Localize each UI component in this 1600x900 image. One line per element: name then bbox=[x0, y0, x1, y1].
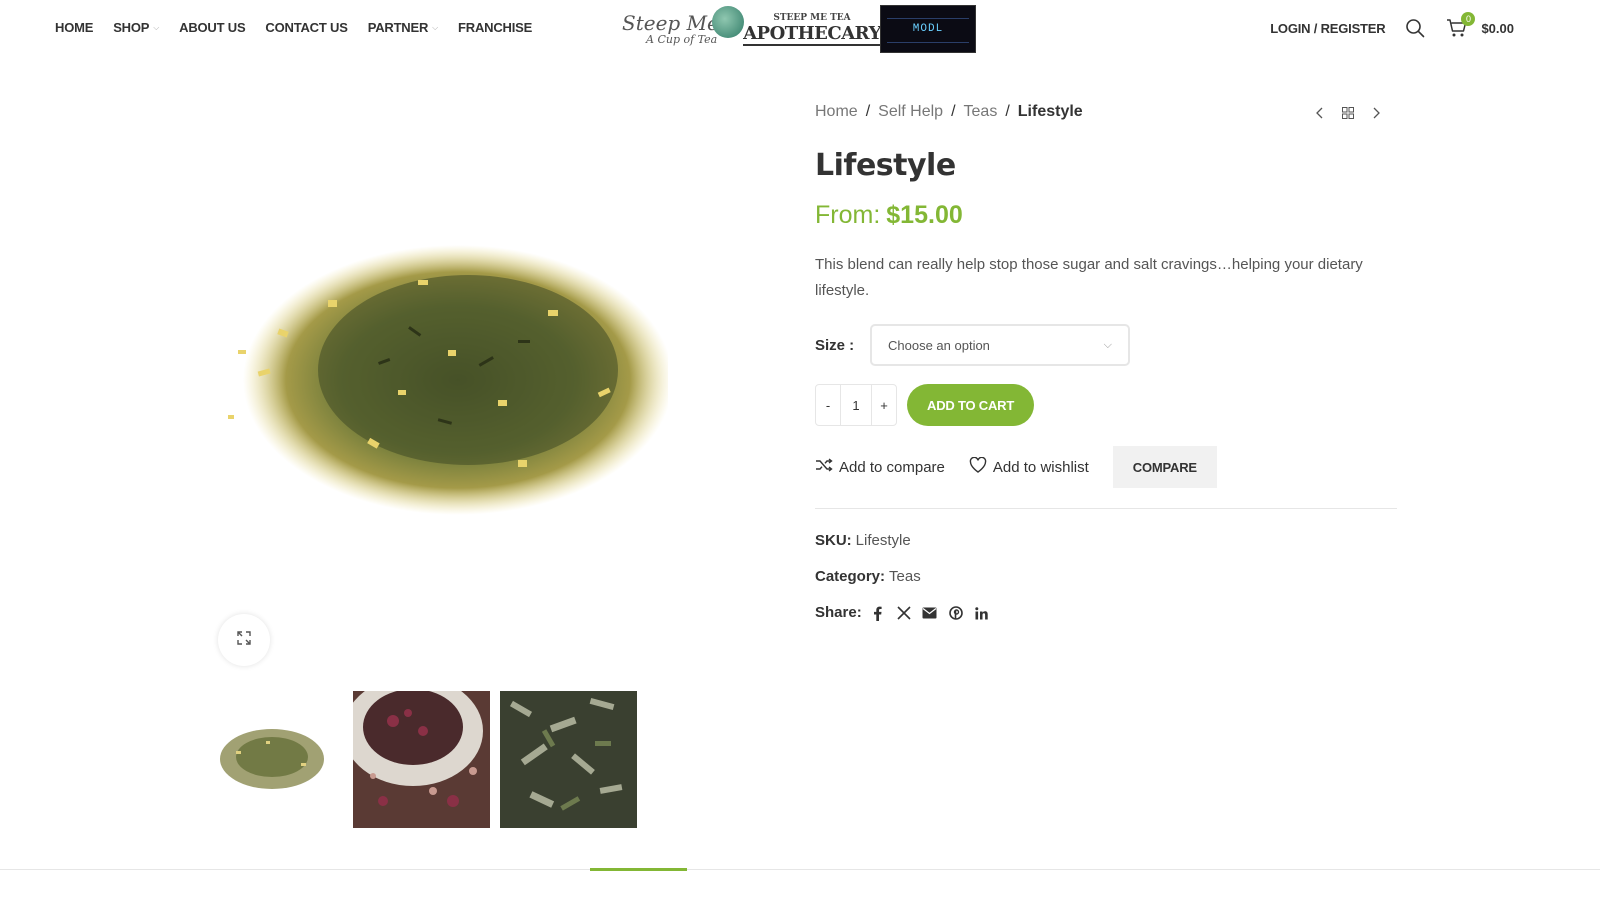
add-to-wishlist-link[interactable]: Add to wishlist bbox=[969, 456, 1089, 477]
price-amount: $15.00 bbox=[886, 201, 963, 229]
nav-item-franchise[interactable]: FRANCHISE bbox=[458, 20, 532, 35]
breadcrumb-home[interactable]: Home bbox=[815, 103, 858, 121]
share-row: Share: bbox=[815, 603, 1397, 623]
share-icons bbox=[870, 605, 990, 621]
x-icon[interactable] bbox=[896, 605, 912, 621]
share-label: Share: bbox=[815, 604, 862, 621]
chevron-left-icon[interactable] bbox=[1311, 104, 1329, 122]
category-label: Category: bbox=[815, 568, 886, 585]
product-navigation bbox=[1311, 104, 1385, 122]
email-icon[interactable] bbox=[922, 605, 938, 621]
main-nav: HOME SHOP ⌵ ABOUT US CONTACT US PARTNER ⌵ … bbox=[55, 20, 532, 35]
category-row: Category: Teas bbox=[815, 567, 1397, 587]
login-register-link[interactable]: LOGIN / REGISTER bbox=[1270, 21, 1385, 36]
add-to-cart-row: - 1 + ADD TO CART bbox=[815, 384, 1397, 426]
nav-label: HOME bbox=[55, 20, 94, 35]
header-actions: LOGIN / REGISTER 0 $0.00 bbox=[1270, 12, 1514, 40]
nav-item-partner[interactable]: PARTNER ⌵ bbox=[367, 20, 439, 35]
nav-item-contact-us[interactable]: CONTACT US bbox=[265, 20, 347, 35]
logo-group: Steep Me A Cup of Tea STEEP ME TEA APOTH… bbox=[622, 4, 976, 54]
nav-label: FRANCHISE bbox=[458, 20, 533, 35]
chevron-down-icon: ⌵ bbox=[432, 22, 439, 32]
quantity-increase-button[interactable]: + bbox=[872, 385, 896, 425]
tea-leaf-icon bbox=[712, 6, 744, 38]
linkedin-icon[interactable] bbox=[974, 605, 990, 621]
breadcrumb-separator: / bbox=[1005, 103, 1010, 120]
nav-label: SHOP bbox=[113, 20, 150, 35]
add-to-wishlist-label: Add to wishlist bbox=[992, 458, 1089, 476]
add-to-compare-link[interactable]: Add to compare bbox=[815, 457, 945, 477]
cart-count-badge: 0 bbox=[1461, 12, 1476, 26]
modl-logo[interactable]: MODL bbox=[880, 5, 976, 53]
thumbnail-1[interactable] bbox=[206, 691, 343, 828]
breadcrumb-teas[interactable]: Teas bbox=[964, 103, 998, 121]
steepme-logo[interactable]: Steep Me A Cup of Tea bbox=[622, 4, 744, 54]
chevron-down-icon: ⌵ bbox=[1103, 338, 1112, 351]
facebook-icon[interactable] bbox=[870, 605, 886, 621]
active-tab-indicator bbox=[590, 868, 687, 871]
add-to-cart-button[interactable]: ADD TO CART bbox=[907, 384, 1035, 426]
breadcrumb: Home / Self Help / Teas / Lifestyle bbox=[815, 100, 1397, 124]
compare-button[interactable]: COMPARE bbox=[1112, 446, 1217, 488]
expand-icon bbox=[236, 630, 252, 651]
product-summary: Home / Self Help / Teas / Lifestyle Life… bbox=[815, 100, 1397, 639]
apothecary-logo[interactable]: STEEP ME TEA APOTHECARY bbox=[743, 4, 881, 54]
chevron-down-icon: ⌵ bbox=[153, 22, 160, 32]
cart-icon[interactable]: 0 bbox=[1445, 12, 1476, 40]
grid-icon[interactable] bbox=[1339, 104, 1357, 122]
quantity-input[interactable]: 1 bbox=[840, 385, 872, 425]
cart-total[interactable]: $0.00 bbox=[1481, 21, 1514, 36]
quantity-stepper: - 1 + bbox=[815, 384, 897, 426]
size-select-value: Choose an option bbox=[888, 337, 990, 353]
add-to-compare-label: Add to compare bbox=[839, 458, 945, 476]
price-prefix: From: bbox=[815, 201, 881, 229]
enlarge-image-button[interactable] bbox=[218, 614, 270, 666]
quantity-decrease-button[interactable]: - bbox=[816, 385, 840, 425]
logo-top-text: STEEP ME TEA bbox=[773, 12, 851, 23]
thumbnail-3[interactable] bbox=[500, 691, 637, 828]
nav-item-about-us[interactable]: ABOUT US bbox=[179, 20, 245, 35]
product-price: From: $15.00 bbox=[815, 201, 1397, 230]
divider bbox=[815, 508, 1397, 509]
site-header: HOME SHOP ⌵ ABOUT US CONTACT US PARTNER ⌵ … bbox=[0, 0, 1600, 60]
product-description: This blend can really help stop those su… bbox=[815, 256, 1363, 299]
thumbnail-2[interactable] bbox=[353, 691, 490, 828]
sku-label: SKU: bbox=[815, 532, 852, 549]
nav-item-shop[interactable]: SHOP ⌵ bbox=[113, 20, 159, 35]
search-icon[interactable] bbox=[1403, 16, 1427, 40]
sku-value: Lifestyle bbox=[855, 532, 911, 549]
product-actions: Add to compare Add to wishlist COMPARE bbox=[815, 446, 1397, 488]
size-variation: Size : Choose an option ⌵ bbox=[815, 324, 1397, 366]
logo-text: MODL bbox=[912, 23, 944, 35]
size-label: Size : bbox=[815, 336, 855, 354]
nav-label: CONTACT US bbox=[265, 20, 348, 35]
logo-main-text: APOTHECARY bbox=[743, 22, 881, 46]
product-main-image[interactable] bbox=[218, 240, 673, 530]
sku-row: SKU: Lifestyle bbox=[815, 531, 1397, 551]
product-meta: SKU: Lifestyle Category: Teas Share: bbox=[815, 531, 1397, 623]
product-thumbnails bbox=[206, 691, 637, 828]
chevron-right-icon[interactable] bbox=[1367, 104, 1385, 122]
breadcrumb-separator: / bbox=[865, 103, 871, 120]
shuffle-icon bbox=[815, 457, 833, 477]
pinterest-icon[interactable] bbox=[948, 605, 964, 621]
size-select[interactable]: Choose an option ⌵ bbox=[870, 324, 1130, 366]
nav-item-home[interactable]: HOME bbox=[55, 20, 93, 35]
nav-label: ABOUT US bbox=[179, 20, 246, 35]
breadcrumb-current: Lifestyle bbox=[1017, 103, 1083, 120]
breadcrumb-separator: / bbox=[951, 103, 956, 120]
tabs-divider bbox=[0, 869, 1600, 870]
heart-icon bbox=[969, 456, 987, 477]
breadcrumb-self-help[interactable]: Self Help bbox=[878, 103, 943, 121]
product-title: Lifestyle bbox=[815, 148, 956, 183]
category-link[interactable]: Teas bbox=[889, 567, 921, 587]
nav-label: PARTNER bbox=[367, 20, 429, 35]
